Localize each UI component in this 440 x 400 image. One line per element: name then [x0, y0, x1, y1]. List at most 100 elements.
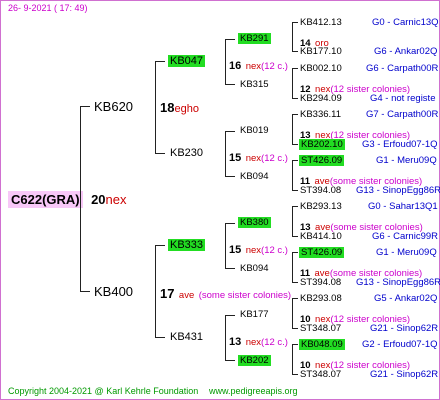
gen4-item[interactable]: KB293.08 — [300, 294, 342, 304]
gen2-a[interactable]: KB047 — [168, 55, 206, 67]
connector-line — [292, 282, 298, 283]
gen4-item[interactable]: KB294.09 — [300, 94, 342, 104]
gen4-desc: G1 - Meru09Q — [376, 247, 437, 258]
connector-line — [292, 344, 298, 345]
gen4-item[interactable]: KB177.10 — [300, 47, 342, 57]
gen4-item[interactable]: KB293.13 — [300, 202, 342, 212]
connector-line — [292, 144, 298, 145]
gen4-desc: G5 - Ankar02Q — [374, 293, 438, 304]
gen3-d2[interactable]: KB202 — [238, 355, 271, 366]
gen4-desc: G6 - Carpath00R — [366, 63, 439, 74]
connector-line — [225, 223, 235, 224]
gen4-desc: G1 - Meru09Q — [376, 155, 437, 166]
connector-line — [292, 51, 298, 52]
connector-line — [155, 61, 156, 154]
gen4-desc: G7 - Carpath00R — [366, 109, 439, 120]
footer-site-link[interactable]: www.pedigreeapis.org — [209, 387, 298, 396]
connector-line — [155, 61, 165, 62]
connector-line — [155, 337, 165, 338]
connector-line — [155, 245, 165, 246]
connector-line — [225, 315, 235, 316]
gen1-bottom[interactable]: KB400 — [94, 285, 133, 298]
connector-line — [292, 252, 298, 253]
connector-line — [292, 22, 293, 52]
gen4-desc: G21 - Sinop62R — [370, 323, 439, 334]
gen2-c[interactable]: KB333 — [168, 239, 206, 251]
gen4-item[interactable]: KB412.13 — [300, 18, 342, 28]
connector-line — [292, 160, 298, 161]
root-node[interactable]: C622(GRA) 20nex — [8, 191, 127, 208]
connector-line — [292, 252, 293, 283]
connector-line — [292, 374, 298, 375]
gen4-item[interactable]: ST348.07 — [300, 324, 341, 334]
connector-line — [292, 98, 298, 99]
gen3-c2[interactable]: KB094 — [240, 264, 269, 274]
gen3-b1[interactable]: KB019 — [240, 126, 269, 136]
connector-line — [225, 176, 235, 177]
gen1-bottom-info: 17 ave (some sister colonies) — [160, 286, 292, 301]
gen2-a-info: 16 nex(12 c.) — [229, 60, 288, 72]
connector-line — [225, 39, 235, 40]
gen4-item[interactable]: ST426.09 — [299, 155, 345, 166]
gen2-b-info: 15 nex(12 c.) — [229, 152, 288, 164]
root-note: nex — [105, 192, 127, 207]
connector-line — [225, 315, 226, 361]
gen3-b2[interactable]: KB094 — [240, 172, 269, 182]
gen4-item[interactable]: ST348.07 — [300, 370, 341, 380]
gen3-c1[interactable]: KB380 — [238, 217, 271, 228]
gen4-item[interactable]: KB336.11 — [300, 110, 341, 120]
connector-line — [155, 153, 165, 154]
connector-line — [292, 68, 298, 69]
gen4-desc: G0 - Carnic13Q — [372, 17, 439, 28]
connector-line — [292, 114, 293, 145]
connector-line — [292, 206, 293, 237]
gen4-desc: G13 - SinopEgg86R — [356, 185, 440, 196]
gen4-desc: G6 - Ankar02Q — [374, 46, 438, 57]
gen2-d[interactable]: KB431 — [170, 332, 203, 343]
gen3-a1[interactable]: KB291 — [238, 33, 271, 44]
gen4-item[interactable]: ST426.09 — [299, 247, 345, 258]
footer-copyright: Copyright 2004-2021 @ Karl Kehrle Founda… — [8, 386, 199, 396]
connector-line — [225, 39, 226, 85]
gen4-item[interactable]: ST394.08 — [300, 186, 341, 196]
root-num: 20 — [91, 192, 106, 207]
connector-line — [292, 344, 293, 375]
connector-line — [225, 131, 235, 132]
connector-line — [225, 360, 235, 361]
connector-line — [80, 291, 90, 292]
gen4-item[interactable]: ST394.08 — [300, 278, 341, 288]
connector-line — [155, 245, 156, 338]
root-id: C622(GRA) — [8, 191, 83, 208]
connector-line — [292, 298, 298, 299]
connector-line — [292, 114, 298, 115]
connector-line — [292, 160, 293, 191]
gen3-d1[interactable]: KB177 — [240, 310, 269, 320]
gen4-desc: G2 - Erfoud07-1Q — [362, 339, 438, 350]
gen4-desc: G6 - Carnic99R — [372, 231, 438, 242]
gen4-desc: G0 - Sahar13Q1 — [368, 201, 438, 212]
connector-line — [225, 268, 235, 269]
connector-line — [225, 223, 226, 269]
gen2-b[interactable]: KB230 — [170, 148, 203, 159]
connector-line — [225, 131, 226, 177]
gen4-item[interactable]: KB414.10 — [300, 232, 342, 242]
connector-line — [292, 328, 298, 329]
connector-line — [80, 106, 81, 292]
connector-line — [80, 106, 90, 107]
gen3-a2[interactable]: KB315 — [240, 80, 269, 90]
gen4-item[interactable]: KB202.10 — [299, 139, 345, 150]
gen1-top-info: 18egho — [160, 100, 199, 115]
gen4-desc: G3 - Erfoud07-1Q — [362, 139, 438, 150]
connector-line — [292, 206, 298, 207]
connector-line — [292, 298, 293, 329]
gen2-c-info: 15 nex(12 c.) — [229, 244, 288, 256]
gen1-top[interactable]: KB620 — [94, 100, 133, 113]
gen4-item[interactable]: KB048.09 — [299, 339, 345, 350]
gen4-item[interactable]: KB002.10 — [300, 64, 342, 74]
connector-line — [292, 22, 298, 23]
connector-line — [292, 236, 298, 237]
gen4-desc: G13 - SinopEgg86R — [356, 277, 440, 288]
date-header: 26- 9-2021 ( 17: 49) — [8, 3, 88, 13]
gen2-d-info: 13 nex(12 c.) — [229, 336, 288, 348]
connector-line — [292, 68, 293, 99]
